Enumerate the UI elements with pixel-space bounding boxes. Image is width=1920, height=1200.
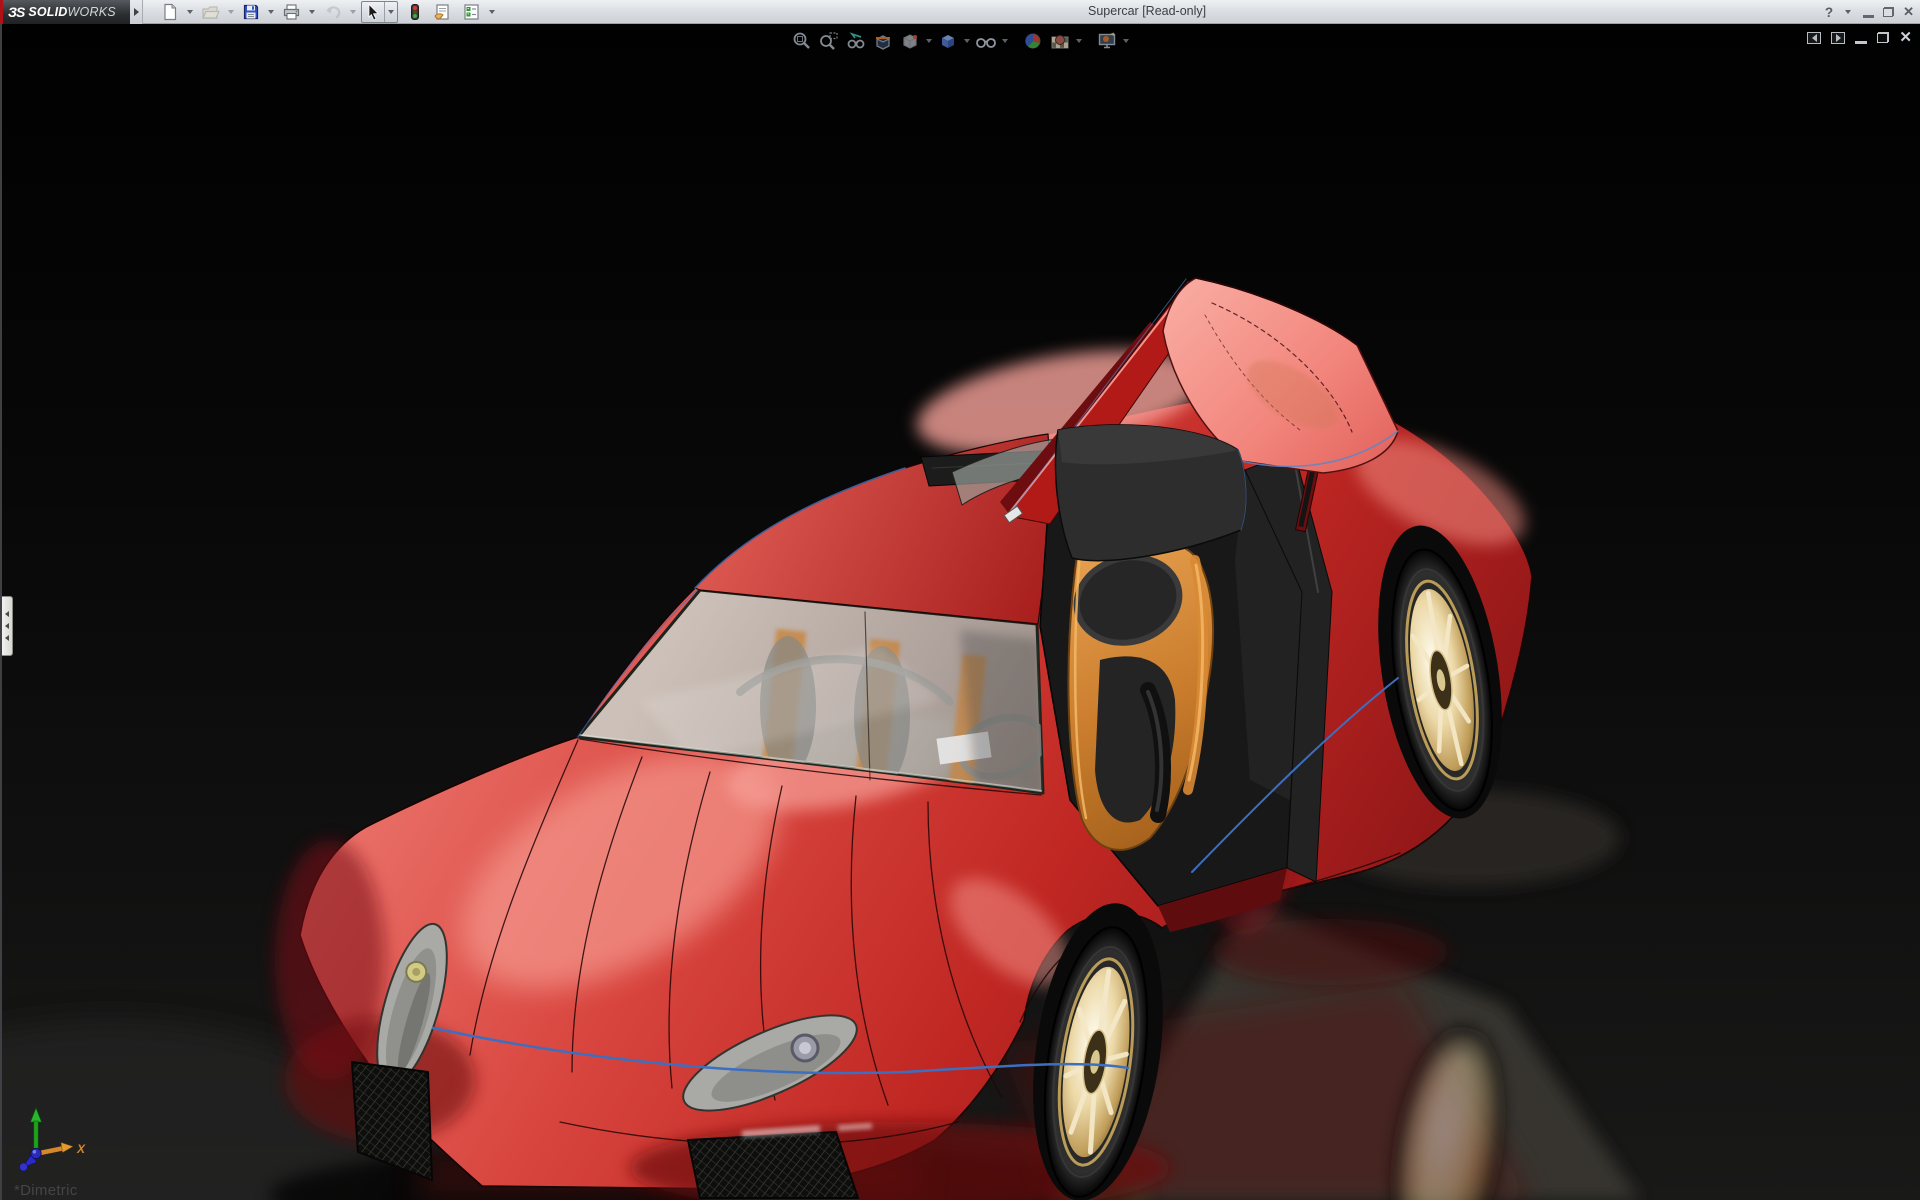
view-orientation-button[interactable] bbox=[898, 30, 922, 52]
collapse-arrow-icon bbox=[5, 635, 9, 641]
apply-scene-button[interactable] bbox=[1048, 30, 1072, 52]
grille-center bbox=[688, 1132, 858, 1198]
undo-icon bbox=[323, 3, 342, 21]
help-button[interactable]: ? bbox=[1825, 5, 1833, 20]
zoom-to-fit-button[interactable] bbox=[790, 30, 814, 52]
zoom-to-area-button[interactable] bbox=[817, 30, 841, 52]
logo-mark: ЗS bbox=[8, 4, 24, 20]
print-button[interactable] bbox=[279, 1, 304, 23]
solidworks-window: ✕ X *Dimetric ЗS SOLIDWORKS bbox=[0, 0, 1920, 1200]
standard-toolbar bbox=[158, 0, 498, 24]
section-view-icon bbox=[873, 31, 893, 51]
3d-scene[interactable] bbox=[0, 24, 1920, 1200]
logo-text-bold: SOLID bbox=[28, 5, 67, 19]
zoom-to-area-icon bbox=[819, 31, 839, 51]
view-orientation-dropdown[interactable] bbox=[926, 39, 932, 43]
edit-appearance-button[interactable] bbox=[1021, 30, 1045, 52]
minimize-window-button[interactable] bbox=[1863, 15, 1874, 18]
help-dropdown[interactable] bbox=[1845, 10, 1851, 14]
view-orientation-label: *Dimetric bbox=[14, 1182, 78, 1199]
section-view-button[interactable] bbox=[871, 30, 895, 52]
new-document-button[interactable] bbox=[158, 1, 182, 23]
collapse-left-icon bbox=[1812, 34, 1817, 42]
previous-view-icon bbox=[846, 31, 866, 51]
restore-document-button[interactable] bbox=[1877, 32, 1889, 43]
headsup-view-toolbar bbox=[790, 30, 1130, 52]
print-dropdown[interactable] bbox=[309, 10, 315, 14]
open-button[interactable] bbox=[198, 1, 223, 23]
view-orientation-icon bbox=[900, 31, 920, 51]
undo-button[interactable] bbox=[320, 1, 345, 23]
collapse-arrow-icon bbox=[5, 623, 9, 629]
file-properties-button[interactable] bbox=[430, 1, 455, 23]
undo-dropdown[interactable] bbox=[350, 10, 356, 14]
hide-show-items-dropdown[interactable] bbox=[1002, 39, 1008, 43]
roof bbox=[695, 434, 1091, 624]
restore-window-button[interactable] bbox=[1883, 7, 1894, 17]
edit-appearance-icon bbox=[1023, 31, 1043, 51]
display-style-icon bbox=[938, 31, 958, 51]
solidworks-logo: ЗS SOLIDWORKS bbox=[0, 0, 130, 24]
window-controls: ? ✕ bbox=[1825, 0, 1914, 24]
collapse-arrow-icon bbox=[5, 611, 9, 617]
document-window-controls: ✕ bbox=[1807, 30, 1912, 45]
display-style-button[interactable] bbox=[936, 30, 960, 52]
save-button[interactable] bbox=[239, 1, 263, 23]
print-icon bbox=[282, 3, 301, 21]
view-settings-button[interactable] bbox=[1095, 30, 1119, 52]
select-tool-dropdown[interactable] bbox=[384, 2, 397, 22]
options-dropdown[interactable] bbox=[489, 10, 495, 14]
options-icon bbox=[462, 3, 481, 21]
options-button[interactable] bbox=[459, 1, 484, 23]
open-dropdown[interactable] bbox=[228, 10, 234, 14]
display-style-dropdown[interactable] bbox=[964, 39, 970, 43]
zoom-to-fit-icon bbox=[792, 31, 812, 51]
close-document-button[interactable]: ✕ bbox=[1899, 30, 1912, 45]
file-properties-icon bbox=[433, 3, 452, 21]
apply-scene-icon bbox=[1050, 31, 1070, 51]
triad-x-label: X bbox=[76, 1142, 86, 1156]
graphics-viewport[interactable]: ✕ X *Dimetric bbox=[0, 24, 1920, 1200]
expand-arrow-icon bbox=[134, 8, 139, 16]
expand-right-icon bbox=[1836, 34, 1841, 42]
view-settings-dropdown[interactable] bbox=[1123, 39, 1129, 43]
feature-manager-collapsed-tab[interactable] bbox=[2, 596, 13, 656]
save-floppy-icon bbox=[242, 3, 260, 21]
rebuild-traffic-light-icon bbox=[409, 3, 421, 21]
new-document-icon bbox=[161, 3, 179, 21]
menu-expand-button[interactable] bbox=[130, 0, 143, 24]
save-dropdown[interactable] bbox=[268, 10, 274, 14]
new-dropdown[interactable] bbox=[187, 10, 193, 14]
window-title: Supercar [Read-only] bbox=[1088, 4, 1206, 18]
view-settings-icon bbox=[1097, 31, 1117, 51]
logo-text-light: WORKS bbox=[68, 5, 116, 19]
apply-scene-dropdown[interactable] bbox=[1076, 39, 1082, 43]
logo-red-strip bbox=[0, 0, 3, 24]
titlebar: ЗS SOLIDWORKS bbox=[0, 0, 1920, 24]
open-folder-icon bbox=[201, 3, 220, 21]
rebuild-button[interactable] bbox=[406, 1, 424, 23]
expand-right-pane-button[interactable] bbox=[1831, 32, 1845, 44]
hide-show-items-icon bbox=[975, 31, 997, 51]
previous-view-button[interactable] bbox=[844, 30, 868, 52]
close-window-button[interactable]: ✕ bbox=[1903, 4, 1914, 20]
collapse-left-pane-button[interactable] bbox=[1807, 32, 1821, 44]
minimize-document-button[interactable] bbox=[1855, 41, 1867, 44]
select-tool-button[interactable] bbox=[361, 1, 398, 23]
hide-show-items-button[interactable] bbox=[974, 30, 998, 52]
select-cursor-icon bbox=[365, 3, 381, 21]
